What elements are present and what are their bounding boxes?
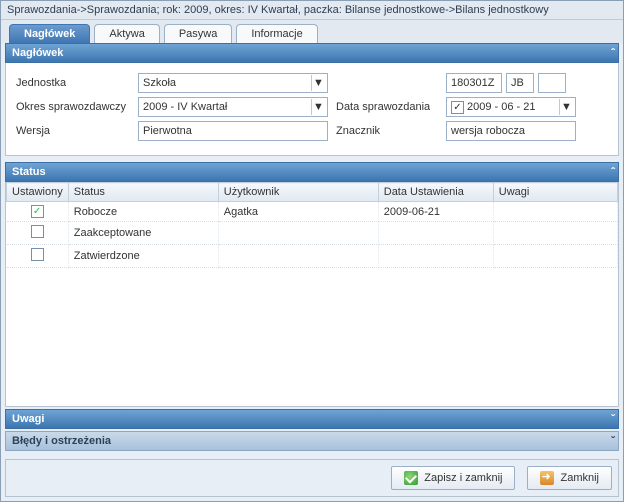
table-row[interactable]: ✓ Robocze Agatka 2009-06-21 — [7, 202, 618, 222]
cell-date: 2009-06-21 — [378, 202, 493, 222]
chevron-down-icon — [611, 436, 612, 447]
field-jednostka-blank[interactable] — [538, 73, 566, 93]
status-panel: Status Ustawiony Status Użytkownik Data … — [5, 162, 619, 407]
cell-user: Agatka — [218, 202, 378, 222]
label-okres: Okres sprawozdawczy — [14, 101, 134, 113]
date-picker-data[interactable]: ✓ 2009 - 06 - 21 ▼ — [446, 97, 576, 117]
chevron-down-icon: ▼ — [559, 99, 573, 115]
date-enabled-checkbox[interactable]: ✓ — [451, 101, 464, 114]
row-checkbox[interactable] — [31, 248, 44, 261]
tab-informacje[interactable]: Informacje — [236, 24, 317, 43]
field-znacznik[interactable]: wersja robocza — [446, 121, 576, 141]
chevron-down-icon: ▼ — [311, 75, 325, 91]
close-button[interactable]: Zamknij — [527, 466, 612, 490]
save-close-button[interactable]: Zapisz i zamknij — [391, 466, 515, 490]
combo-okres[interactable]: 2009 - IV Kwartał ▼ — [138, 97, 328, 117]
section-header-status[interactable]: Status — [5, 162, 619, 182]
table-header-row: Ustawiony Status Użytkownik Data Ustawie… — [7, 183, 618, 202]
field-jednostka-code[interactable]: 180301Z — [446, 73, 502, 93]
cell-uwagi — [493, 222, 617, 245]
col-uzytkownik[interactable]: Użytkownik — [218, 183, 378, 202]
section-title: Błędy i ostrzeżenia — [12, 435, 111, 447]
chevron-up-icon — [611, 48, 612, 59]
row-checkbox[interactable] — [31, 225, 44, 238]
combo-jednostka[interactable]: Szkoła ▼ — [138, 73, 328, 93]
section-header-uwagi[interactable]: Uwagi — [5, 409, 619, 429]
col-ustawiony[interactable]: Ustawiony — [7, 183, 69, 202]
label-wersja: Wersja — [14, 125, 134, 137]
section-header-naglowek[interactable]: Nagłówek — [5, 43, 619, 63]
form-panel: Jednostka Szkoła ▼ 180301Z JB Okres spra… — [5, 63, 619, 156]
cell-status: Zaakceptowane — [68, 222, 218, 245]
cell-uwagi — [493, 202, 617, 222]
section-title: Uwagi — [12, 413, 44, 425]
cell-uwagi — [493, 245, 617, 268]
field-wersja[interactable]: Pierwotna — [138, 121, 328, 141]
cell-status: Zatwierdzone — [68, 245, 218, 268]
section-header-bledy[interactable]: Błędy i ostrzeżenia — [5, 431, 619, 451]
status-grid[interactable]: Ustawiony Status Użytkownik Data Ustawie… — [5, 182, 619, 407]
tab-naglowek[interactable]: Nagłówek — [9, 24, 90, 43]
save-icon — [404, 471, 418, 485]
cell-date — [378, 222, 493, 245]
cell-date — [378, 245, 493, 268]
content-area: Nagłówek Jednostka Szkoła ▼ 180301Z JB O… — [1, 43, 623, 455]
col-uwagi[interactable]: Uwagi — [493, 183, 617, 202]
chevron-down-icon — [611, 414, 612, 425]
tab-aktywa[interactable]: Aktywa — [94, 24, 159, 43]
cell-status: Robocze — [68, 202, 218, 222]
cell-user — [218, 222, 378, 245]
label-jednostka: Jednostka — [14, 77, 134, 89]
cell-user — [218, 245, 378, 268]
section-title: Nagłówek — [12, 47, 63, 59]
row-checkbox[interactable]: ✓ — [31, 205, 44, 218]
chevron-up-icon — [611, 167, 612, 178]
field-jednostka-short[interactable]: JB — [506, 73, 534, 93]
chevron-down-icon: ▼ — [311, 99, 325, 115]
label-data: Data sprawozdania — [332, 101, 442, 113]
close-icon — [540, 471, 554, 485]
col-status[interactable]: Status — [68, 183, 218, 202]
label-znacznik: Znacznik — [332, 125, 442, 137]
tab-strip: Nagłówek Aktywa Pasywa Informacje — [1, 20, 623, 43]
window-title: Sprawozdania->Sprawozdania; rok: 2009, o… — [1, 1, 623, 20]
table-row[interactable]: Zaakceptowane — [7, 222, 618, 245]
table-row[interactable]: Zatwierdzone — [7, 245, 618, 268]
section-title: Status — [12, 166, 46, 178]
button-bar: Zapisz i zamknij Zamknij — [5, 459, 619, 497]
window: Sprawozdania->Sprawozdania; rok: 2009, o… — [0, 0, 624, 502]
tab-pasywa[interactable]: Pasywa — [164, 24, 233, 43]
col-data[interactable]: Data Ustawienia — [378, 183, 493, 202]
